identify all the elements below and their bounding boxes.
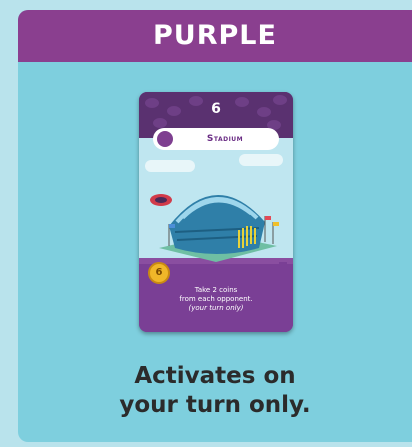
header-title: PURPLE xyxy=(153,20,277,51)
card-name: Stadium xyxy=(206,134,244,144)
activation-caption: Activates on your turn only. xyxy=(18,362,412,420)
caption-line-1: Activates on xyxy=(134,363,296,389)
effect-line-2: from each opponent. xyxy=(179,295,253,303)
panel-header: PURPLE xyxy=(18,10,412,62)
caption-line-2: your turn only. xyxy=(119,392,311,418)
effect-line-1: Take 2 coins xyxy=(194,286,238,294)
card-panel: PURPLE 6 Stadium 6 Take 2 coins from eac… xyxy=(18,10,412,442)
tower-icon xyxy=(157,131,173,147)
stadium-illustration xyxy=(150,194,279,262)
card-effect-text: Take 2 coins from each opponent. (your t… xyxy=(147,286,285,313)
activation-coin-icon: 6 xyxy=(148,262,170,284)
card-name-banner: Stadium xyxy=(153,128,279,150)
effect-note: (your turn only) xyxy=(188,304,244,312)
establishment-card[interactable]: 6 Stadium 6 Take 2 coins from each oppon… xyxy=(139,92,293,332)
card-cost: 6 xyxy=(211,101,221,117)
